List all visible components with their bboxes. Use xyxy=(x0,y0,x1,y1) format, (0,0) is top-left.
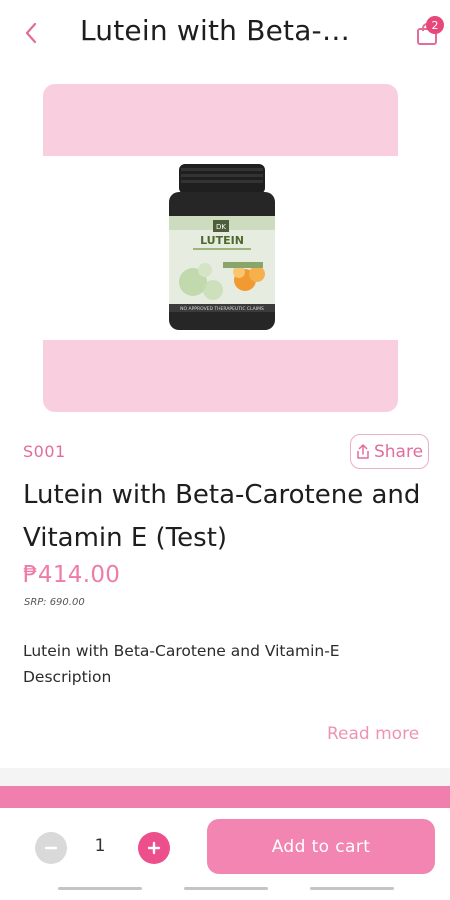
page-title: Lutein with Beta-… xyxy=(80,14,351,47)
share-label: Share xyxy=(373,441,424,462)
product-bottle-image: DK LUTEIN NO APPROVED THERAPEUTIC CLAIMS xyxy=(169,164,275,330)
quantity-increment-button[interactable] xyxy=(138,832,170,864)
app-header: Lutein with Beta-… 2 xyxy=(0,0,450,66)
plus-icon xyxy=(147,841,161,855)
product-title: Lutein with Beta-Carotene and Vitamin E … xyxy=(23,480,421,553)
product-description: Lutein with Beta-Carotene and Vitamin-E … xyxy=(23,642,340,686)
accent-strip xyxy=(0,786,450,808)
read-more-link[interactable]: Read more xyxy=(327,724,419,744)
bottle-label-text: LUTEIN xyxy=(200,234,244,247)
cart-count-badge: 2 xyxy=(426,16,444,34)
minus-icon xyxy=(44,846,58,850)
share-button[interactable]: Share xyxy=(350,434,429,469)
cart-button[interactable]: 2 xyxy=(414,16,444,50)
chevron-left-icon xyxy=(25,22,37,44)
product-price: ₱414.00 xyxy=(23,562,121,588)
product-sku: S001 xyxy=(23,442,66,461)
bottle-caption-text: NO APPROVED THERAPEUTIC CLAIMS xyxy=(180,306,264,312)
quantity-value[interactable]: 1 xyxy=(90,836,110,856)
quantity-decrement-button[interactable] xyxy=(35,832,67,864)
section-divider xyxy=(0,768,450,786)
product-image[interactable]: DK LUTEIN NO APPROVED THERAPEUTIC CLAIMS xyxy=(43,84,398,412)
product-srp: SRP: 690.00 xyxy=(24,597,85,608)
nav-hint-center xyxy=(184,887,268,890)
nav-hint-right xyxy=(310,887,394,890)
add-to-cart-button[interactable]: Add to cart xyxy=(207,819,435,874)
brand-logo-text: DK xyxy=(216,223,226,231)
back-button[interactable] xyxy=(16,18,46,48)
share-icon xyxy=(357,443,369,459)
nav-hint-left xyxy=(58,887,142,890)
